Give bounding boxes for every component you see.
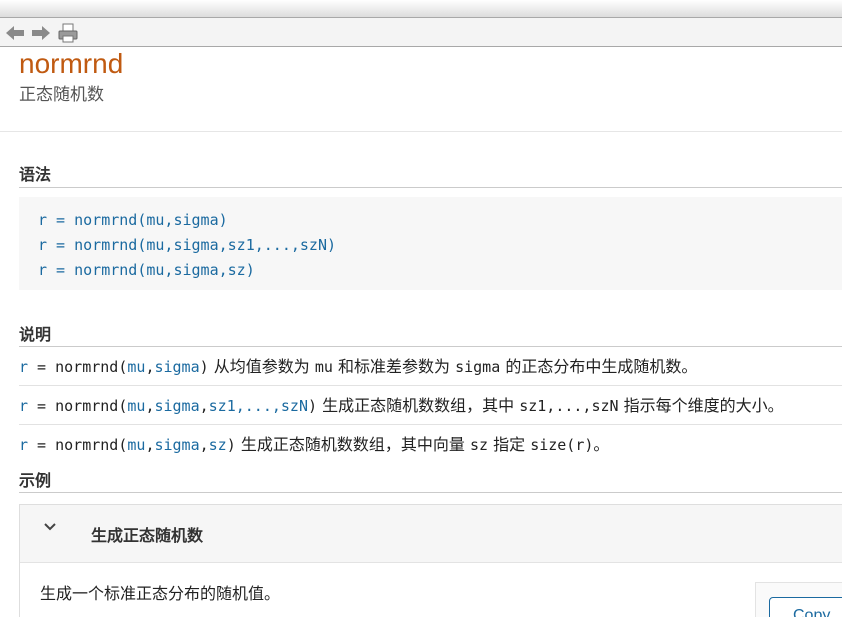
call-text: = normrnd( [28,358,128,376]
arg-link-sz1-szn[interactable]: sz1,...,szN [209,397,308,415]
syntax-heading: 语法 [19,165,52,184]
help-toolbar [0,17,842,47]
description-row: r = normrnd(mu,sigma) 从均值参数为 mu 和标准差参数为 … [19,356,842,378]
arg-link-sigma[interactable]: sigma [154,358,199,376]
example-title: 生成正态随机数 [91,526,204,545]
call-close: ) [308,397,318,415]
arg-link-mu[interactable]: mu [127,397,145,415]
description-text: 从均值参数为 [208,357,315,376]
separator: , [199,436,209,454]
print-icon[interactable] [57,22,79,44]
page-subtitle: 正态随机数 [19,85,104,105]
description-text: 和标准差参数为 [332,357,456,376]
description-row: r = normrnd(mu,sigma,sz1,...,szN) 生成正态随机… [19,395,842,417]
inline-code: sz1,...,szN [519,397,619,415]
code-toolbar: Copy [755,582,842,617]
syntax-divider [19,187,842,188]
inline-code: mu [314,358,333,376]
syntax-line[interactable]: r = normrnd(mu,sigma,sz1,...,szN) [38,235,336,255]
syntax-code-block: r = normrnd(mu,sigma) r = normrnd(mu,sig… [19,197,842,290]
description-text: 指示每个维度的大小。 [618,396,784,415]
arg-link-sz[interactable]: sz [209,436,227,454]
arg-link-mu[interactable]: mu [127,358,145,376]
output-link[interactable]: r [19,436,28,454]
description-divider [19,346,842,347]
title-divider [0,131,842,132]
row-divider [19,385,842,386]
page-title: normrnd [19,48,124,79]
back-arrow-icon[interactable] [4,22,26,44]
inline-code: size(r) [530,436,594,454]
description-text: 指定 [488,435,531,454]
examples-heading: 示例 [19,471,52,490]
output-link[interactable]: r [19,358,28,376]
example-description: 生成一个标准正态分布的随机值。 [40,584,281,603]
description-text: 生成正态随机数数组，其中向量 [235,435,470,454]
output-link[interactable]: r [19,397,28,415]
row-divider [19,424,842,425]
description-text: 。 [593,435,610,454]
chevron-down-icon[interactable] [42,519,58,535]
separator: , [199,397,209,415]
inline-code: sigma [455,358,501,376]
window-top-edge [0,0,842,17]
call-close: ) [199,358,209,376]
example-panel: 生成正态随机数 生成一个标准正态分布的随机值。 Copy [19,504,842,617]
copy-button[interactable]: Copy [769,597,842,617]
syntax-line[interactable]: r = normrnd(mu,sigma) [38,210,228,230]
description-text: 的正态分布中生成随机数。 [500,357,698,376]
examples-divider [19,492,842,493]
description-row: r = normrnd(mu,sigma,sz) 生成正态随机数数组，其中向量 … [19,434,842,456]
arg-link-sigma[interactable]: sigma [154,397,199,415]
example-header[interactable]: 生成正态随机数 [20,505,842,563]
inline-code: sz [469,436,488,454]
call-text: = normrnd( [28,436,128,454]
description-text: 生成正态随机数数组，其中 [317,396,520,415]
description-heading: 说明 [19,325,52,344]
syntax-line[interactable]: r = normrnd(mu,sigma,sz) [38,260,255,280]
arg-link-sigma[interactable]: sigma [154,436,199,454]
arg-link-mu[interactable]: mu [127,436,145,454]
call-close: ) [226,436,236,454]
forward-arrow-icon[interactable] [30,22,52,44]
call-text: = normrnd( [28,397,128,415]
